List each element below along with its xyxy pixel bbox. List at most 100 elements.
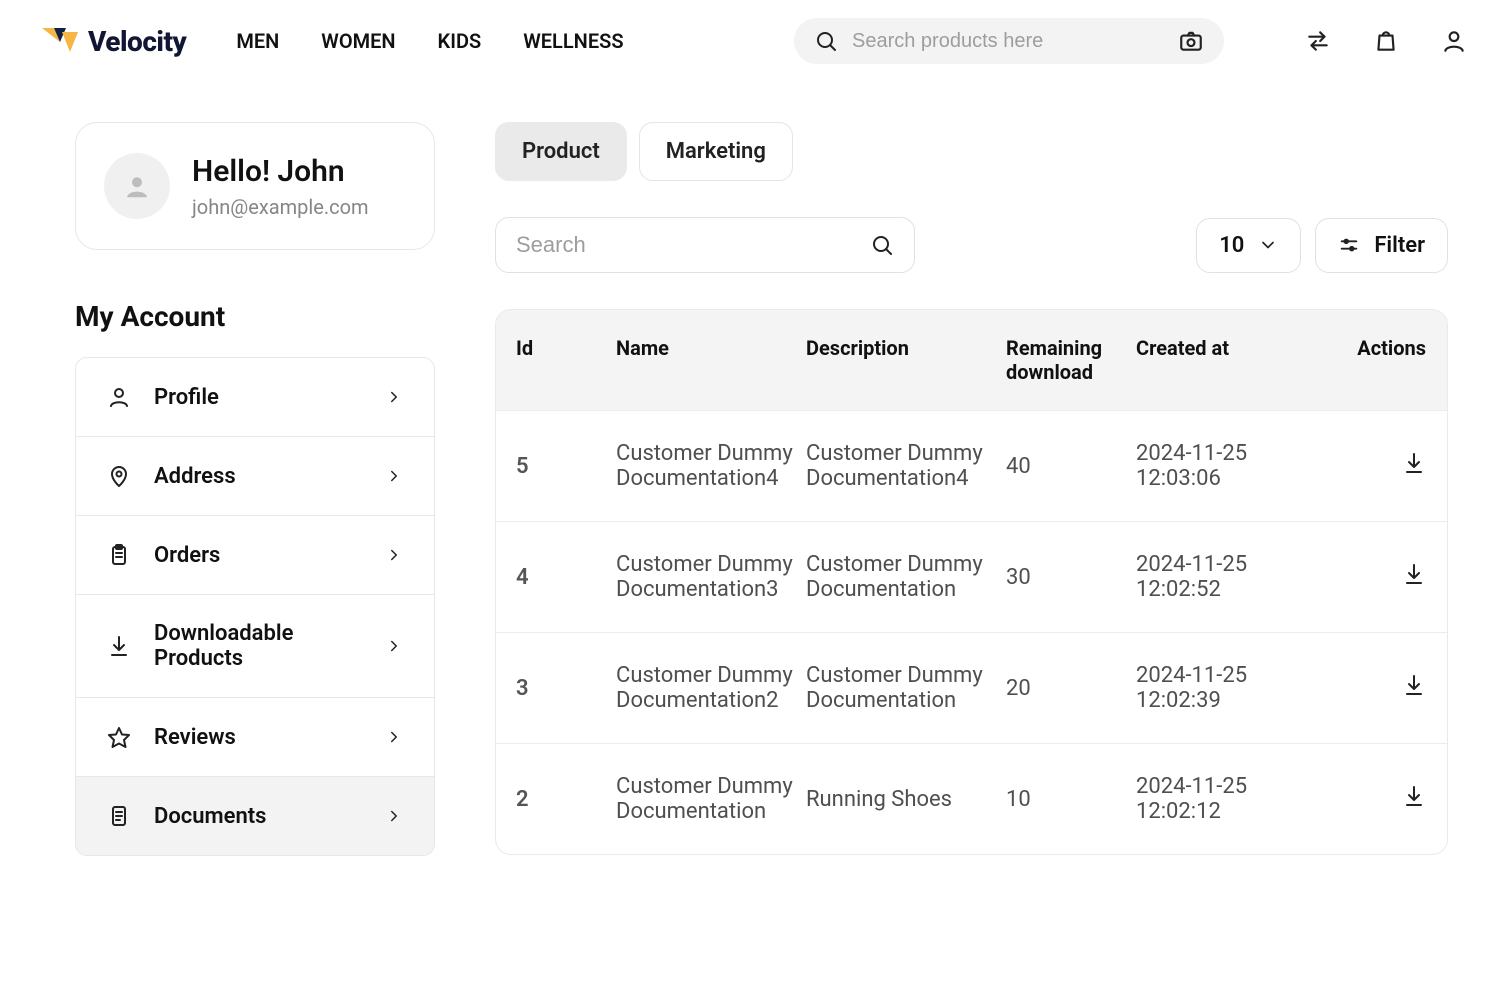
- tabs: Product Marketing: [495, 122, 1448, 181]
- chevron-right-icon: [384, 636, 404, 656]
- sidebar-item-label: Address: [154, 464, 362, 489]
- sidebar-item-reviews[interactable]: Reviews: [76, 698, 434, 777]
- download-button[interactable]: [1402, 562, 1426, 586]
- chevron-right-icon: [384, 806, 404, 826]
- cell-created: 2024-11-25 12:02:39: [1136, 663, 1316, 713]
- header-search[interactable]: [794, 18, 1224, 64]
- cell-created: 2024-11-25 12:02:12: [1136, 774, 1316, 824]
- nav-wellness[interactable]: WELLNESS: [523, 29, 623, 53]
- cell-name: Customer Dummy Documentation2: [616, 663, 796, 713]
- compare-icon[interactable]: [1304, 27, 1332, 55]
- star-icon: [106, 724, 132, 750]
- account-icon[interactable]: [1440, 27, 1468, 55]
- th-actions: Actions: [1326, 336, 1426, 384]
- sidebar-item-label: Downloadable Products: [154, 621, 362, 671]
- sidebar-item-label: Orders: [154, 543, 362, 568]
- cell-id: 5: [516, 454, 606, 479]
- chevron-right-icon: [384, 387, 404, 407]
- cell-remaining: 20: [1006, 676, 1126, 701]
- sidebar-item-profile[interactable]: Profile: [76, 358, 434, 437]
- cell-description: Customer Dummy Documentation: [806, 663, 996, 713]
- logo-icon: [40, 26, 80, 56]
- table-row: 5 Customer Dummy Documentation4Customer D…: [496, 410, 1447, 521]
- user-card: Hello! John john@example.com: [75, 122, 435, 250]
- tab-product[interactable]: Product: [495, 122, 627, 181]
- chevron-right-icon: [384, 727, 404, 747]
- cell-remaining: 10: [1006, 787, 1126, 812]
- sidebar-item-label: Documents: [154, 804, 362, 829]
- user-greeting: Hello! John: [192, 154, 369, 189]
- filter-button[interactable]: Filter: [1315, 218, 1448, 273]
- sidebar-item-orders[interactable]: Orders: [76, 516, 434, 595]
- cell-actions: [1326, 784, 1426, 814]
- tab-marketing[interactable]: Marketing: [639, 122, 793, 181]
- cell-remaining: 30: [1006, 565, 1126, 590]
- header: Velocity MEN WOMEN KIDS WELLNESS: [0, 0, 1508, 82]
- clipboard-icon: [106, 542, 132, 568]
- nav-kids[interactable]: KIDS: [438, 29, 482, 53]
- nav-men[interactable]: MEN: [236, 29, 279, 53]
- cell-actions: [1326, 673, 1426, 703]
- cart-icon[interactable]: [1372, 27, 1400, 55]
- cell-description: Customer Dummy Documentation: [806, 552, 996, 602]
- cell-actions: [1326, 451, 1426, 481]
- table-body: 5Customer Dummy Documentation4Customer D…: [496, 410, 1447, 854]
- search-icon: [870, 233, 894, 257]
- cell-name: Customer Dummy Documentation3: [616, 552, 796, 602]
- cell-id: 3: [516, 676, 606, 701]
- main-nav: MEN WOMEN KIDS WELLNESS: [236, 29, 623, 53]
- table-row: 4 Customer Dummy Documentation3Customer D…: [496, 521, 1447, 632]
- table-row: 2Customer Dummy DocumentationRunning Sho…: [496, 743, 1447, 854]
- sidebar-menu: Profile Address Orders Downloadable Product…: [75, 357, 435, 856]
- th-remaining: Remaining download: [1006, 336, 1126, 384]
- sidebar-item-documents[interactable]: Documents: [76, 777, 434, 855]
- per-page-value: 10: [1219, 233, 1244, 258]
- cell-name: Customer Dummy Documentation: [616, 774, 796, 824]
- sidebar-item-address[interactable]: Address: [76, 437, 434, 516]
- th-created: Created at: [1136, 336, 1316, 384]
- download-button[interactable]: [1402, 784, 1426, 808]
- chevron-right-icon: [384, 545, 404, 565]
- cell-description: Running Shoes: [806, 787, 996, 812]
- avatar-icon: [122, 171, 152, 201]
- cell-created: 2024-11-25 12:03:06: [1136, 441, 1316, 491]
- documents-table: Id Name Description Remaining download C…: [495, 309, 1448, 855]
- table-row: 3 Customer Dummy Documentation2Customer D…: [496, 632, 1447, 743]
- search-icon: [814, 29, 838, 53]
- toolbar: 10 Filter: [495, 217, 1448, 273]
- sidebar: Hello! John john@example.com My Account …: [75, 122, 435, 856]
- cell-name: Customer Dummy Documentation4: [616, 441, 796, 491]
- cell-id: 4: [516, 565, 606, 590]
- document-icon: [106, 803, 132, 829]
- filter-label: Filter: [1374, 233, 1425, 258]
- cell-created: 2024-11-25 12:02:52: [1136, 552, 1316, 602]
- chevron-right-icon: [384, 466, 404, 486]
- th-id: Id: [516, 336, 606, 384]
- sidebar-item-label: Profile: [154, 385, 362, 410]
- user-email: john@example.com: [192, 195, 369, 219]
- sidebar-item-downloadable-products[interactable]: Downloadable Products: [76, 595, 434, 698]
- pin-icon: [106, 463, 132, 489]
- download-button[interactable]: [1402, 451, 1426, 475]
- per-page-select[interactable]: 10: [1196, 218, 1301, 273]
- cell-actions: [1326, 562, 1426, 592]
- sidebar-item-label: Reviews: [154, 725, 362, 750]
- table-search-input[interactable]: [516, 232, 870, 258]
- header-search-input[interactable]: [852, 30, 1164, 53]
- user-icon: [106, 384, 132, 410]
- table-search[interactable]: [495, 217, 915, 273]
- download-icon: [106, 633, 132, 659]
- camera-icon[interactable]: [1178, 28, 1204, 54]
- th-name: Name: [616, 336, 796, 384]
- table-header: Id Name Description Remaining download C…: [496, 310, 1447, 410]
- avatar: [104, 153, 170, 219]
- th-description: Description: [806, 336, 996, 384]
- logo-text: Velocity: [88, 25, 186, 58]
- nav-women[interactable]: WOMEN: [321, 29, 395, 53]
- cell-description: Customer Dummy Documentation4: [806, 441, 996, 491]
- logo[interactable]: Velocity: [40, 25, 186, 58]
- main-content: Product Marketing 10 Filter Id Name Desc…: [495, 122, 1448, 855]
- chevron-down-icon: [1258, 235, 1278, 255]
- download-button[interactable]: [1402, 673, 1426, 697]
- sliders-icon: [1338, 234, 1360, 256]
